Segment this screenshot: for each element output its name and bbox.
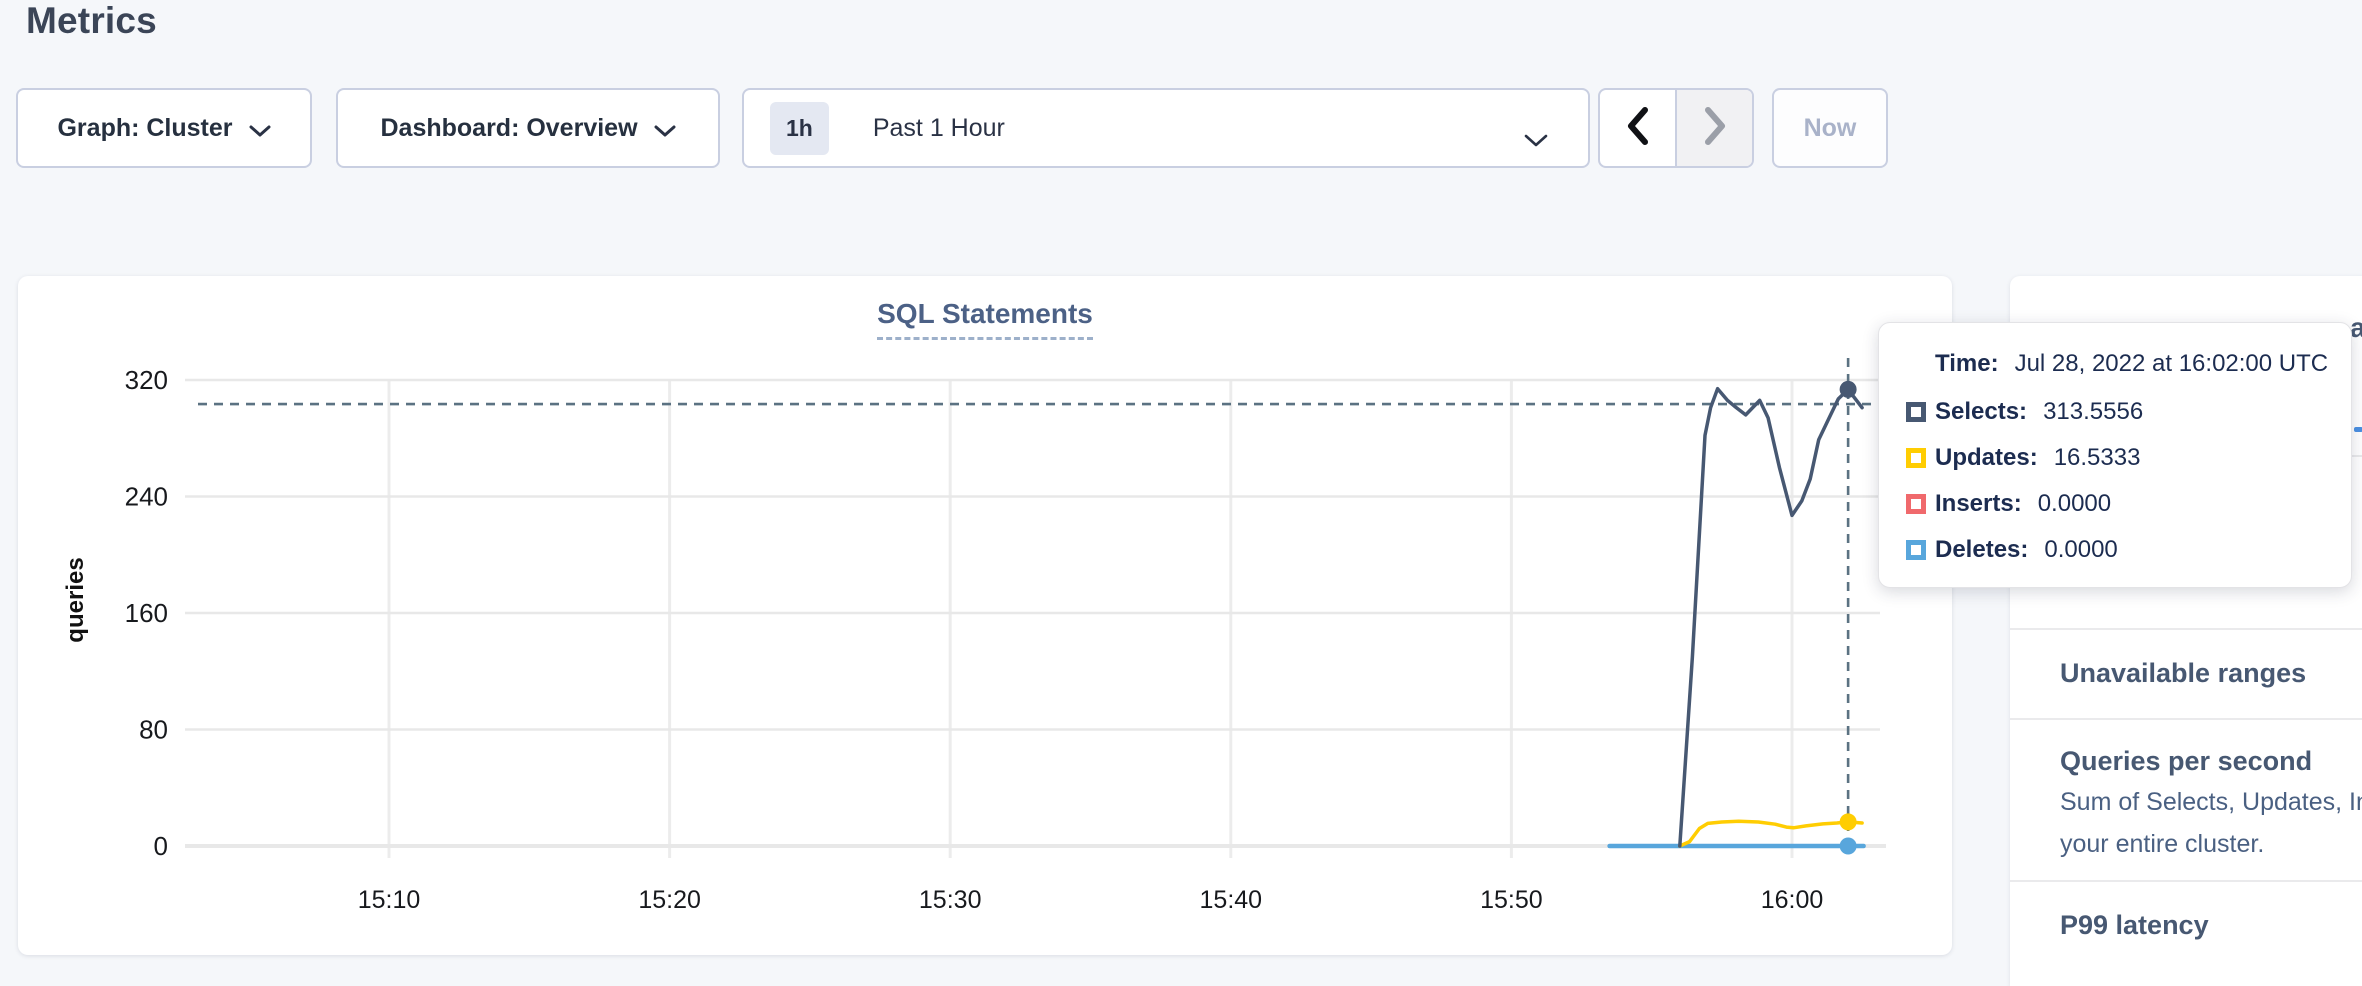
graph-dropdown[interactable]: Graph: Cluster: [16, 88, 312, 168]
series-swatch-icon: [1906, 494, 1926, 514]
tooltip-series-value: 0.0000: [2038, 490, 2111, 518]
chevron-left-icon: [1621, 103, 1655, 154]
sidebar-section-heading: Unavailable ranges: [2060, 656, 2362, 690]
tooltip-time-row: Time: Jul 28, 2022 at 16:02:00 UTC: [1935, 347, 2325, 381]
sidebar-section-heading: Queries per second: [2060, 744, 2362, 778]
tooltip-series-label: Updates:: [1935, 444, 2038, 472]
time-range-badge: 1h: [770, 102, 829, 155]
series-swatch-icon: [1906, 448, 1926, 468]
series-swatch-icon: [1906, 540, 1926, 560]
tooltip-series-value: 0.0000: [2044, 536, 2117, 564]
graph-dropdown-label: Graph: Cluster: [57, 114, 232, 143]
y-axis-label: queries: [62, 500, 92, 700]
chart-hover-tooltip: Time: Jul 28, 2022 at 16:02:00 UTC Selec…: [1878, 322, 2352, 588]
chevron-down-icon: [654, 116, 676, 145]
tooltip-series-value: 16.5333: [2054, 444, 2141, 472]
time-range-label: Past 1 Hour: [873, 114, 1005, 143]
tooltip-series-row: Selects: 313.5556: [1906, 389, 2325, 435]
sidebar-section: Queries per second Sum of Selects, Updat…: [2010, 718, 2362, 880]
tooltip-series-label: Selects:: [1935, 398, 2027, 426]
chevron-down-icon: [249, 116, 271, 145]
dashboard-dropdown-label: Dashboard: Overview: [380, 114, 637, 143]
sidebar-section-heading: P99 latency: [2060, 908, 2362, 942]
chevron-right-icon: [1698, 103, 1732, 154]
tooltip-time-value: Jul 28, 2022 at 16:02:00 UTC: [2015, 350, 2329, 378]
previous-time-button[interactable]: [1600, 90, 1675, 166]
next-time-button[interactable]: [1675, 90, 1752, 166]
chevron-down-icon: [1524, 126, 1548, 155]
time-range-dropdown[interactable]: 1h Past 1 Hour: [742, 88, 1590, 168]
chart-title[interactable]: SQL Statements: [877, 298, 1093, 340]
tooltip-series-row: Inserts: 0.0000: [1906, 481, 2325, 527]
clipped-link-fragment: [2354, 427, 2362, 432]
tooltip-series-label: Deletes:: [1935, 536, 2028, 564]
tooltip-series-row: Deletes: 0.0000: [1906, 527, 2325, 573]
series-swatch-icon: [1906, 402, 1926, 422]
page-title: Metrics: [26, 0, 157, 42]
tooltip-time-label: Time:: [1935, 350, 1999, 378]
tooltip-series-value: 313.5556: [2043, 398, 2143, 426]
sidebar-section-description-line: Sum of Selects, Updates, Inser: [2060, 784, 2362, 820]
sidebar-section: P99 latency: [2010, 880, 2362, 970]
tooltip-series-row: Updates: 16.5333: [1906, 435, 2325, 481]
sidebar-section: Unavailable ranges: [2010, 628, 2362, 718]
chart-plot-area[interactable]: [185, 360, 1880, 860]
sidebar-section-description-line: your entire cluster.: [2060, 826, 2362, 862]
time-shift-control: [1598, 88, 1754, 168]
dashboard-dropdown[interactable]: Dashboard: Overview: [336, 88, 720, 168]
now-button[interactable]: Now: [1772, 88, 1888, 168]
tooltip-series-label: Inserts:: [1935, 490, 2022, 518]
